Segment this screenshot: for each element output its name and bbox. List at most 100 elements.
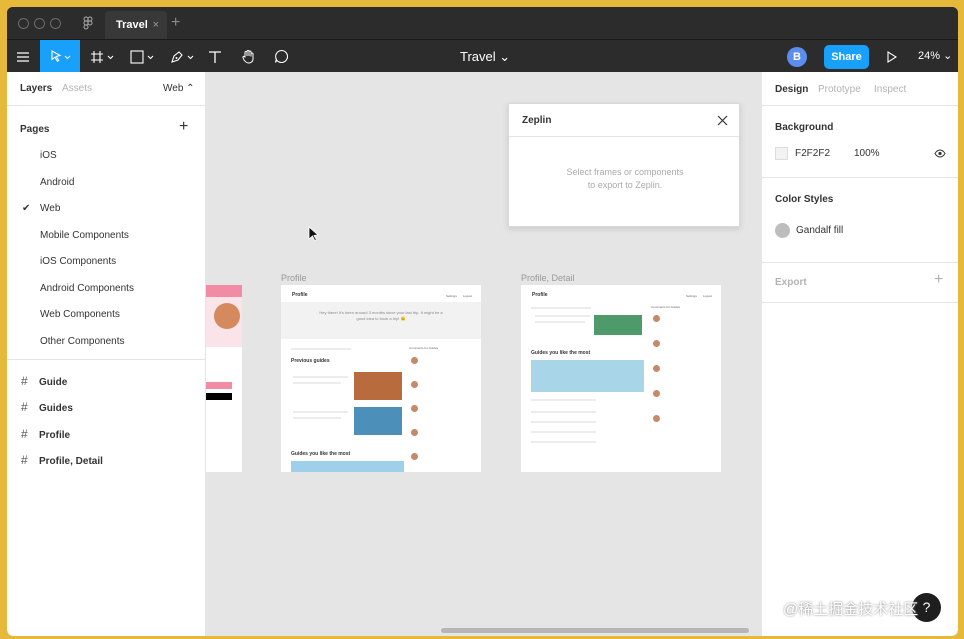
window-zoom-control[interactable]: [50, 18, 61, 29]
map-thumb: [291, 461, 404, 472]
shape-tool-button[interactable]: [127, 40, 159, 73]
hand-tool-button[interactable]: [238, 40, 258, 73]
left-panel-tabs: Layers Assets Web ⌃: [7, 72, 205, 106]
new-tab-button[interactable]: +: [171, 14, 180, 32]
background-hex-field[interactable]: F2F2F2: [795, 148, 830, 159]
background-swatch[interactable]: [775, 147, 788, 160]
window-close-control[interactable]: [18, 18, 29, 29]
check-icon: ✔: [22, 203, 31, 214]
move-tool-button[interactable]: [40, 40, 80, 73]
pen-icon: [171, 50, 194, 63]
layer-frame-guides[interactable]: # Guides: [21, 400, 73, 414]
placeholder-line: [293, 376, 348, 378]
frame-label-profile-detail[interactable]: Profile, Detail: [521, 273, 575, 283]
hamburger-icon: [17, 51, 29, 62]
frame-icon: #: [21, 453, 28, 467]
page-item-android-components[interactable]: Android Components: [40, 283, 134, 294]
rectangle-icon: [130, 49, 154, 64]
detail-comments-title: Comments for Guides: [651, 305, 681, 309]
background-title: Background: [775, 122, 834, 133]
add-page-button[interactable]: +: [179, 118, 188, 136]
comment-tool-button[interactable]: [271, 40, 291, 73]
eye-icon[interactable]: [934, 149, 946, 158]
page-item-ios-components[interactable]: iOS Components: [40, 256, 116, 267]
toolbar: Travel ⌄ B Share 24% ⌄: [7, 39, 958, 73]
page-item-other-components[interactable]: Other Components: [40, 336, 125, 347]
tab-close-icon[interactable]: ×: [153, 11, 159, 39]
layer-frame-profile-detail[interactable]: # Profile, Detail: [21, 453, 103, 467]
play-icon: [887, 50, 897, 63]
frame-icon: #: [21, 374, 28, 388]
horizontal-scrollbar[interactable]: [441, 628, 749, 633]
text-icon: [209, 50, 221, 63]
avatar[interactable]: B: [787, 47, 807, 67]
watermark: @稀土掘金技术社区: [783, 601, 919, 618]
tab-design[interactable]: Design: [775, 84, 808, 95]
page-item-web[interactable]: Web: [40, 203, 60, 214]
placeholder-line: [531, 421, 596, 423]
zeplin-message-line-1: Select frames or components: [566, 167, 684, 177]
frame-profile[interactable]: Profile Settings Logout Hey there! It's …: [281, 285, 481, 472]
page-item-mobile-components[interactable]: Mobile Components: [40, 230, 129, 241]
canvas[interactable]: Profile Profile Settings Logout Hey ther…: [206, 72, 761, 636]
close-icon[interactable]: [717, 115, 728, 126]
tab-prototype[interactable]: Prototype: [818, 84, 861, 95]
background-opacity-field[interactable]: 100%: [854, 148, 880, 159]
layer-label: Profile: [39, 430, 71, 441]
window-minimize-control[interactable]: [34, 18, 45, 29]
present-button[interactable]: [884, 40, 900, 73]
detail-header-title: Profile: [532, 292, 548, 298]
layers-panel: Layers Assets Web ⌃ Pages + iOS Android …: [7, 72, 206, 636]
properties-panel: Design Prototype Inspect Background F2F2…: [761, 72, 958, 636]
main-menu-button[interactable]: [7, 40, 39, 73]
pages-title: Pages: [20, 124, 50, 135]
guide-thumb-2: [354, 407, 402, 435]
export-add-button[interactable]: +: [934, 271, 943, 289]
profile-hero-text: Hey there! It's been around 3 months sin…: [281, 310, 481, 322]
layer-frame-profile[interactable]: # Profile: [21, 427, 70, 441]
zoom-menu[interactable]: 24% ⌄: [918, 40, 952, 73]
text-tool-button[interactable]: [205, 40, 225, 73]
zeplin-title: Zeplin: [522, 115, 552, 126]
page-item-web-components[interactable]: Web Components: [40, 309, 120, 320]
tab-assets[interactable]: Assets: [62, 72, 92, 106]
tab-inspect[interactable]: Inspect: [874, 84, 906, 95]
placeholder-line: [531, 307, 591, 309]
detail-nav-logout: Logout: [703, 294, 713, 298]
placeholder-line: [535, 315, 590, 317]
frame-guide-partial[interactable]: [206, 285, 242, 472]
pen-tool-button[interactable]: [167, 40, 199, 73]
profile-nav-logout: Logout: [463, 294, 473, 298]
frame-icon: #: [21, 427, 28, 441]
placeholder-line: [293, 411, 348, 413]
detail-guides-like: Guides you like the most: [531, 350, 591, 356]
export-section: Export +: [762, 263, 958, 303]
profile-hero-line-2: good idea to book a trip! 😊: [356, 316, 406, 321]
frame-tool-button[interactable]: [87, 40, 119, 73]
placeholder-line: [531, 399, 596, 401]
layer-frame-guide[interactable]: # Guide: [21, 374, 67, 388]
guide-thumb: [594, 315, 642, 335]
placeholder-line: [293, 417, 341, 419]
file-tab[interactable]: Travel ×: [105, 11, 167, 39]
tab-layers[interactable]: Layers: [20, 72, 52, 106]
profile-previous-guides: Previous guides: [291, 358, 330, 364]
placeholder-line: [535, 321, 585, 323]
frame-profile-detail[interactable]: Profile Settings Logout Comments for Gui…: [521, 285, 721, 472]
avatar: [653, 415, 660, 422]
profile-nav-settings: Settings: [446, 294, 457, 298]
detail-nav-settings: Settings: [686, 294, 697, 298]
zeplin-plugin-panel: Zeplin Select frames or components to ex…: [508, 103, 740, 227]
frame-label-profile[interactable]: Profile: [281, 273, 307, 283]
page-item-android[interactable]: Android: [40, 177, 74, 188]
page-selector[interactable]: Web ⌃: [163, 72, 195, 106]
placeholder-line: [531, 431, 596, 433]
avatar: [653, 340, 660, 347]
file-title-menu[interactable]: Travel ⌄: [460, 40, 510, 73]
color-style-gandalf-fill[interactable]: Gandalf fill: [796, 225, 843, 236]
share-button[interactable]: Share: [824, 45, 869, 69]
guide-button: [206, 382, 232, 389]
figma-logo-icon[interactable]: [81, 16, 95, 30]
profile-comments-title: Comments for Guides: [409, 346, 439, 350]
page-item-ios[interactable]: iOS: [40, 150, 57, 161]
